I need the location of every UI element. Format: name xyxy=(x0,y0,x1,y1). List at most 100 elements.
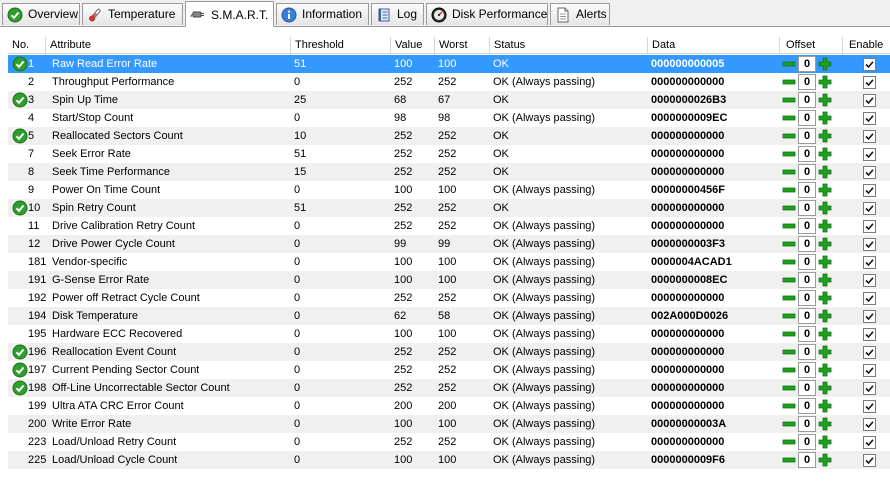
plus-icon[interactable] xyxy=(818,164,832,180)
offset-value[interactable]: 0 xyxy=(798,146,816,162)
plus-icon[interactable] xyxy=(818,110,832,126)
offset-value[interactable]: 0 xyxy=(798,416,816,432)
table-row[interactable]: 194 Disk Temperature 0 62 58 OK (Always passi… xyxy=(8,307,890,325)
table-row[interactable]: 5 Reallocated Sectors Count 10 252 252 OK 0000… xyxy=(8,127,890,145)
plus-icon[interactable] xyxy=(818,128,832,144)
enable-checkbox[interactable] xyxy=(863,76,876,89)
offset-value[interactable]: 0 xyxy=(798,56,816,72)
enable-checkbox[interactable] xyxy=(863,346,876,359)
minus-icon[interactable] xyxy=(782,254,796,270)
enable-checkbox[interactable] xyxy=(863,418,876,431)
minus-icon[interactable] xyxy=(782,290,796,306)
plus-icon[interactable] xyxy=(818,272,832,288)
minus-icon[interactable] xyxy=(782,92,796,108)
enable-checkbox[interactable] xyxy=(863,400,876,413)
minus-icon[interactable] xyxy=(782,326,796,342)
enable-checkbox[interactable] xyxy=(863,382,876,395)
offset-value[interactable]: 0 xyxy=(798,290,816,306)
tab-information[interactable]: Information xyxy=(276,3,369,25)
column-header-value[interactable]: Value xyxy=(391,37,435,53)
offset-value[interactable]: 0 xyxy=(798,110,816,126)
enable-checkbox[interactable] xyxy=(863,292,876,305)
table-row[interactable]: 2 Throughput Performance 0 252 252 OK (Always… xyxy=(8,73,890,91)
table-row[interactable]: 9 Power On Time Count 0 100 100 OK (Always pa… xyxy=(8,181,890,199)
table-row[interactable]: 8 Seek Time Performance 15 252 252 OK 00000000… xyxy=(8,163,890,181)
table-row[interactable]: 12 Drive Power Cycle Count 0 99 99 OK (Always… xyxy=(8,235,890,253)
offset-value[interactable]: 0 xyxy=(798,434,816,450)
plus-icon[interactable] xyxy=(818,434,832,450)
tab-temperature[interactable]: Temperature xyxy=(82,3,183,25)
plus-icon[interactable] xyxy=(818,254,832,270)
plus-icon[interactable] xyxy=(818,74,832,90)
enable-checkbox[interactable] xyxy=(863,454,876,467)
plus-icon[interactable] xyxy=(818,146,832,162)
table-row[interactable]: 198 Off-Line Uncorrectable Sector Count 0 2… xyxy=(8,379,890,397)
column-header-worst[interactable]: Worst xyxy=(435,37,490,53)
plus-icon[interactable] xyxy=(818,182,832,198)
table-row[interactable]: 223 Load/Unload Retry Count 0 252 252 OK (Alw… xyxy=(8,433,890,451)
minus-icon[interactable] xyxy=(782,308,796,324)
enable-checkbox[interactable] xyxy=(863,112,876,125)
enable-checkbox[interactable] xyxy=(863,202,876,215)
tab-alerts[interactable]: Alerts xyxy=(550,3,610,25)
enable-checkbox[interactable] xyxy=(863,94,876,107)
plus-icon[interactable] xyxy=(818,362,832,378)
column-header-threshold[interactable]: Threshold xyxy=(291,37,391,53)
offset-value[interactable]: 0 xyxy=(798,326,816,342)
table-row[interactable]: 192 Power off Retract Cycle Count 0 252 252 O… xyxy=(8,289,890,307)
offset-value[interactable]: 0 xyxy=(798,308,816,324)
table-row[interactable]: 196 Reallocation Event Count 0 252 252 OK (Al… xyxy=(8,343,890,361)
enable-checkbox[interactable] xyxy=(863,148,876,161)
column-header-status[interactable]: Status xyxy=(490,37,648,53)
table-row[interactable]: 4 Start/Stop Count 0 98 98 OK (Always passing… xyxy=(8,109,890,127)
column-header-enable[interactable]: Enable xyxy=(843,37,890,53)
minus-icon[interactable] xyxy=(782,416,796,432)
offset-value[interactable]: 0 xyxy=(798,164,816,180)
column-header-offset[interactable]: Offset xyxy=(780,37,843,53)
plus-icon[interactable] xyxy=(818,326,832,342)
offset-value[interactable]: 0 xyxy=(798,218,816,234)
plus-icon[interactable] xyxy=(818,56,832,72)
enable-checkbox[interactable] xyxy=(863,256,876,269)
offset-value[interactable]: 0 xyxy=(798,254,816,270)
table-row[interactable]: 181 Vendor-specific 0 100 100 OK (Always pass… xyxy=(8,253,890,271)
plus-icon[interactable] xyxy=(818,344,832,360)
plus-icon[interactable] xyxy=(818,200,832,216)
enable-checkbox[interactable] xyxy=(863,166,876,179)
minus-icon[interactable] xyxy=(782,200,796,216)
table-row[interactable]: 200 Write Error Rate 0 100 100 OK (Always pas… xyxy=(8,415,890,433)
enable-checkbox[interactable] xyxy=(863,130,876,143)
tab-smart[interactable]: S.M.A.R.T. xyxy=(185,1,274,27)
enable-checkbox[interactable] xyxy=(863,58,876,71)
column-header-data[interactable]: Data xyxy=(648,37,780,53)
column-header-attribute[interactable]: Attribute xyxy=(46,37,291,53)
enable-checkbox[interactable] xyxy=(863,364,876,377)
offset-value[interactable]: 0 xyxy=(798,182,816,198)
minus-icon[interactable] xyxy=(782,452,796,468)
offset-value[interactable]: 0 xyxy=(798,200,816,216)
enable-checkbox[interactable] xyxy=(863,238,876,251)
tab-log[interactable]: Log xyxy=(371,3,424,25)
table-row[interactable]: 197 Current Pending Sector Count 0 252 252 OK… xyxy=(8,361,890,379)
offset-value[interactable]: 0 xyxy=(798,344,816,360)
enable-checkbox[interactable] xyxy=(863,274,876,287)
offset-value[interactable]: 0 xyxy=(798,272,816,288)
enable-checkbox[interactable] xyxy=(863,220,876,233)
minus-icon[interactable] xyxy=(782,344,796,360)
plus-icon[interactable] xyxy=(818,236,832,252)
table-row[interactable]: 199 Ultra ATA CRC Error Count 0 200 200 OK (A… xyxy=(8,397,890,415)
column-header-no[interactable]: No. xyxy=(8,37,46,53)
minus-icon[interactable] xyxy=(782,218,796,234)
plus-icon[interactable] xyxy=(818,416,832,432)
offset-value[interactable]: 0 xyxy=(798,362,816,378)
minus-icon[interactable] xyxy=(782,362,796,378)
minus-icon[interactable] xyxy=(782,128,796,144)
plus-icon[interactable] xyxy=(818,290,832,306)
table-row[interactable]: 11 Drive Calibration Retry Count 0 252 252 OK… xyxy=(8,217,890,235)
minus-icon[interactable] xyxy=(782,56,796,72)
minus-icon[interactable] xyxy=(782,74,796,90)
table-row[interactable]: 191 G-Sense Error Rate 0 100 100 OK (Always p… xyxy=(8,271,890,289)
minus-icon[interactable] xyxy=(782,236,796,252)
table-row[interactable]: 7 Seek Error Rate 51 252 252 OK 000000000000 0 xyxy=(8,145,890,163)
plus-icon[interactable] xyxy=(818,92,832,108)
